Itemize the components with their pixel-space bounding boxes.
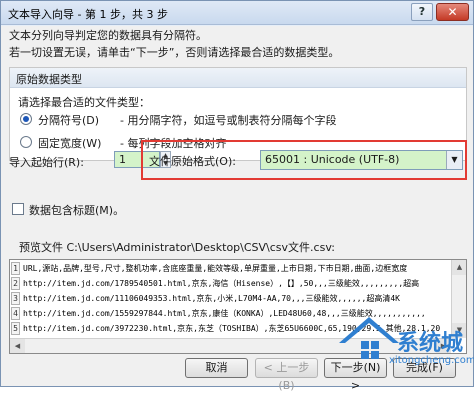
has-headers-checkbox[interactable] xyxy=(12,203,24,215)
file-type-prompt: 请选择最合适的文件类型： xyxy=(18,96,150,109)
scroll-up-icon[interactable]: ▲ xyxy=(452,260,466,275)
back-button[interactable]: < 上一步(B) xyxy=(255,358,318,392)
title-bar[interactable]: 文本导入向导 - 第 1 步，共 3 步 ? ✕ xyxy=(1,1,473,25)
delimited-radio[interactable] xyxy=(20,113,32,125)
row-number: 4 xyxy=(11,307,20,320)
row-number: 3 xyxy=(11,292,20,305)
start-row-label: 导入起始行(R): xyxy=(9,156,84,169)
preview-label: 预览文件 C:\Users\Administrator\Desktop\CSV\… xyxy=(19,241,335,254)
watermark-url: xitongcheng.com xyxy=(389,355,474,366)
scroll-left-icon[interactable]: ◀ xyxy=(10,339,25,353)
file-origin-value: 65001 : Unicode (UTF-8) xyxy=(265,153,400,166)
delimited-desc: - 用分隔字符，如逗号或制表符分隔每个字段 xyxy=(120,114,337,127)
chevron-down-icon[interactable]: ▼ xyxy=(446,151,462,169)
has-headers-label[interactable]: 数据包含标题(M)。 xyxy=(29,202,124,218)
row-number: 2 xyxy=(11,277,20,290)
group-header: 原始数据类型 xyxy=(10,68,466,88)
preview-row: URL,源站,品牌,型号,尺寸,整机功率,含底座重量,能效等级,单屏重量,上市日… xyxy=(23,264,408,273)
text-import-wizard-dialog: 文本导入向导 - 第 1 步，共 3 步 ? ✕ 文本分列向导判定您的数据具有分… xyxy=(0,0,474,392)
fixed-width-label[interactable]: 固定宽度(W) xyxy=(38,135,101,151)
watermark-logo: 系统城 xitongcheng.com xyxy=(331,303,474,388)
group-title: 原始数据类型 xyxy=(16,73,82,86)
close-button[interactable]: ✕ xyxy=(436,3,469,21)
delimited-label[interactable]: 分隔符号(D) xyxy=(38,112,99,128)
cancel-button[interactable]: 取消 xyxy=(185,358,248,378)
fixed-width-radio[interactable] xyxy=(20,136,32,148)
intro-line-1: 文本分列向导判定您的数据具有分隔符。 xyxy=(9,29,207,42)
dialog-title: 文本导入向导 - 第 1 步，共 3 步 xyxy=(8,8,168,21)
file-origin-select[interactable]: 65001 : Unicode (UTF-8) ▼ xyxy=(260,150,463,170)
row-number: 5 xyxy=(11,322,20,335)
intro-line-2: 若一切设置无误，请单击“下一步”，否则请选择最合适的数据类型。 xyxy=(9,46,340,59)
file-origin-label: 文件原始格式(O): xyxy=(149,155,236,168)
preview-row: http://item.jd.com/1789540501.html,京东,海信… xyxy=(23,279,420,288)
help-button[interactable]: ? xyxy=(411,3,433,21)
row-number: 1 xyxy=(11,262,20,275)
watermark-brand: 系统城 xyxy=(397,331,464,356)
